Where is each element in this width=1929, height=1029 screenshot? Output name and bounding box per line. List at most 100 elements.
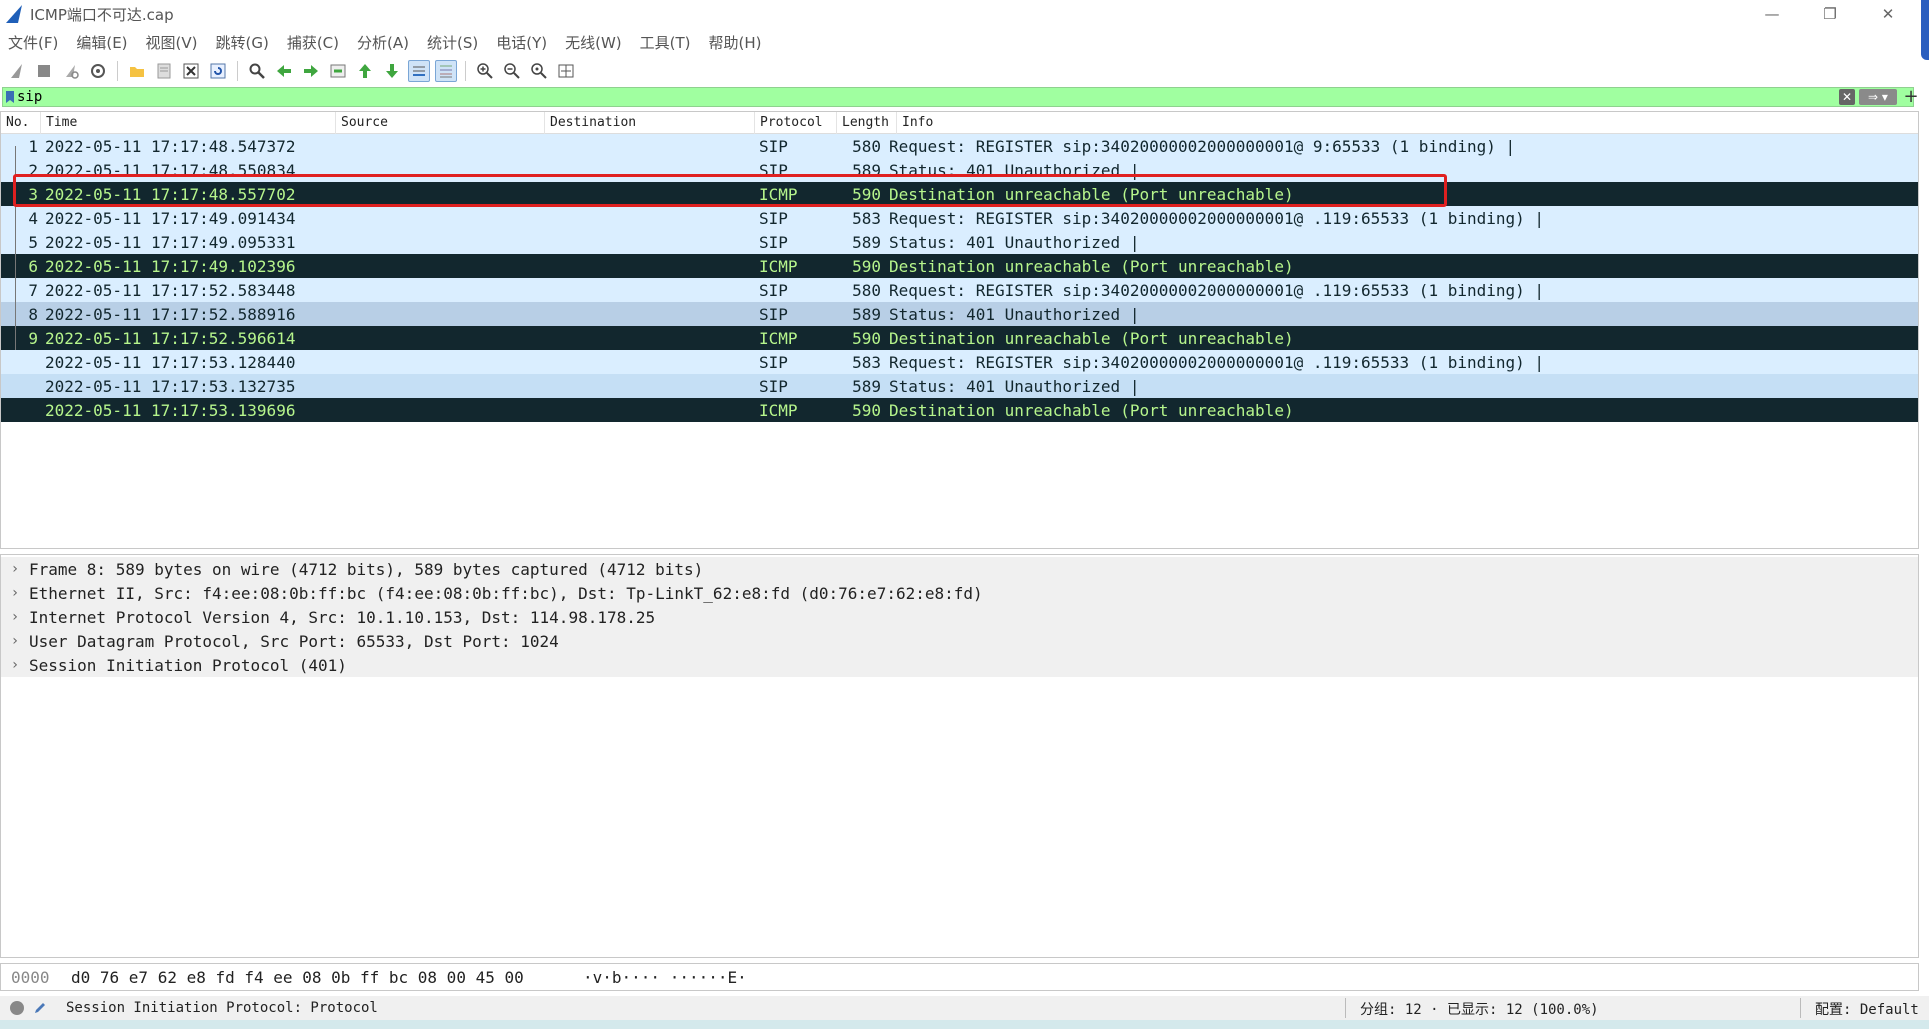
open-file-icon[interactable] [126, 60, 148, 82]
column-header-protocol[interactable]: Protocol [755, 111, 837, 134]
expert-info-icon[interactable] [10, 1001, 24, 1015]
zoom-reset-icon[interactable] [528, 60, 550, 82]
capture-options-icon[interactable] [87, 60, 109, 82]
packet-protocol: SIP [759, 208, 788, 228]
column-header-length[interactable]: Length [837, 111, 897, 134]
packet-info: Destination unreachable (Port unreachabl… [889, 184, 1294, 204]
stop-capture-icon[interactable] [33, 60, 55, 82]
packet-length: 589 [852, 304, 881, 324]
bytes-ascii[interactable]: ·v·b···· ······E· [583, 968, 747, 987]
capture-comment-icon[interactable] [32, 1000, 48, 1016]
save-file-icon[interactable] [153, 60, 175, 82]
close-button[interactable]: ✕ [1859, 0, 1917, 28]
menu-tools[interactable]: 工具(T) [640, 32, 691, 53]
menu-help[interactable]: 帮助(H) [709, 32, 762, 53]
menu-file[interactable]: 文件(F) [8, 32, 58, 53]
go-last-packet-icon[interactable] [381, 60, 403, 82]
packet-length: 590 [852, 328, 881, 348]
packet-protocol: ICMP [759, 256, 798, 276]
packet-bytes-pane: 0000 d0 76 e7 62 e8 fd f4 ee 08 0b ff bc… [0, 963, 1919, 991]
bottom-strip [0, 1020, 1929, 1029]
colorize-icon[interactable] [435, 60, 457, 82]
find-packet-icon[interactable] [246, 60, 268, 82]
table-row[interactable]: 2022-05-11 17:17:53.139696 25 ICMP 590 D… [1, 398, 1918, 422]
detail-ipv4[interactable]: › Internet Protocol Version 4, Src: 10.1.… [1, 605, 1918, 629]
table-row[interactable]: 5 2022-05-11 17:17:49.095331 25 SIP 589 … [1, 230, 1918, 254]
detail-frame[interactable]: › Frame 8: 589 bytes on wire (4712 bits),… [1, 557, 1918, 581]
toolbar-separator [117, 61, 118, 81]
table-row[interactable]: 7 2022-05-11 17:17:52.583448 25 SIP 580 … [1, 278, 1918, 302]
table-row[interactable]: 2022-05-11 17:17:53.128440 25 SIP 583 Re… [1, 350, 1918, 374]
go-forward-icon[interactable] [300, 60, 322, 82]
go-first-packet-icon[interactable] [354, 60, 376, 82]
autoscroll-icon[interactable] [408, 60, 430, 82]
expand-arrow-icon[interactable]: › [1, 585, 29, 601]
display-filter-input[interactable] [17, 88, 1817, 106]
table-row[interactable]: 4 2022-05-11 17:17:49.091434 25 SIP 583 … [1, 206, 1918, 230]
column-header-time[interactable]: Time [41, 111, 336, 134]
menu-wireless[interactable]: 无线(W) [565, 32, 622, 53]
column-header-source[interactable]: Source [336, 111, 545, 134]
column-header-no[interactable]: No. [1, 111, 41, 134]
packet-info: Request: REGISTER sip:340200000020000000… [889, 352, 1545, 372]
window-edge-accent [1921, 0, 1929, 60]
go-to-packet-icon[interactable] [327, 60, 349, 82]
apply-filter-button[interactable]: ⇒ ▾ [1859, 89, 1897, 105]
close-file-icon[interactable] [180, 60, 202, 82]
menu-telephony[interactable]: 电话(Y) [496, 32, 547, 53]
zoom-in-icon[interactable] [474, 60, 496, 82]
expand-arrow-icon[interactable]: › [1, 609, 29, 625]
detail-text: Session Initiation Protocol (401) [29, 655, 347, 675]
clear-filter-button[interactable]: ✕ [1839, 89, 1855, 105]
expand-arrow-icon[interactable]: › [1, 561, 29, 577]
column-header-info[interactable]: Info [897, 112, 1918, 134]
menu-statistics[interactable]: 统计(S) [427, 32, 478, 53]
menu-go[interactable]: 跳转(G) [216, 32, 269, 53]
menu-analyze[interactable]: 分析(A) [357, 32, 409, 53]
start-capture-icon[interactable] [6, 60, 28, 82]
table-row[interactable]: 2 2022-05-11 17:17:48.550834 SIP 589 Sta… [1, 158, 1918, 182]
packet-length: 580 [852, 136, 881, 156]
packet-info: Destination unreachable (Port unreachabl… [889, 328, 1294, 348]
add-filter-button[interactable]: + [1901, 86, 1921, 107]
status-field-text: Session Initiation Protocol: Protocol [66, 1000, 378, 1016]
menu-view[interactable]: 视图(V) [146, 32, 198, 53]
table-row[interactable]: 2022-05-11 17:17:53.132735 25 SIP 589 St… [1, 374, 1918, 398]
restart-capture-icon[interactable] [60, 60, 82, 82]
zoom-out-icon[interactable] [501, 60, 523, 82]
go-back-icon[interactable] [273, 60, 295, 82]
bytes-hex[interactable]: d0 76 e7 62 e8 fd f4 ee 08 0b ff bc 08 0… [71, 968, 583, 987]
packet-details-pane: › Frame 8: 589 bytes on wire (4712 bits),… [0, 554, 1919, 958]
status-separator [1345, 998, 1346, 1018]
table-row[interactable]: 8 2022-05-11 17:17:52.588916 25 SIP 589 … [1, 302, 1918, 326]
table-row[interactable]: 9 2022-05-11 17:17:52.596614 25 ICMP 590… [1, 326, 1918, 350]
display-filter-bar: ✕ ⇒ ▾ [2, 87, 1914, 107]
menu-edit[interactable]: 编辑(E) [76, 32, 127, 53]
resize-columns-icon[interactable] [555, 60, 577, 82]
reload-file-icon[interactable] [207, 60, 229, 82]
detail-ethernet[interactable]: › Ethernet II, Src: f4:ee:08:0b:ff:bc (f4… [1, 581, 1918, 605]
detail-text: Internet Protocol Version 4, Src: 10.1.1… [29, 607, 656, 627]
packet-time: 2022-05-11 17:17:49.095331 [45, 232, 296, 252]
status-profile[interactable]: 配置: Default [1815, 999, 1919, 1019]
detail-udp[interactable]: › User Datagram Protocol, Src Port: 65533… [1, 629, 1918, 653]
expand-arrow-icon[interactable]: › [1, 657, 29, 673]
packet-time: 2022-05-11 17:17:49.102396 [45, 256, 296, 276]
expand-arrow-icon[interactable]: › [1, 633, 29, 649]
packet-time: 2022-05-11 17:17:48.550834 [45, 160, 296, 180]
restore-button[interactable]: ❐ [1801, 0, 1859, 28]
packet-protocol: ICMP [759, 328, 798, 348]
column-header-destination[interactable]: Destination [545, 111, 755, 134]
table-row[interactable]: 1 2022-05-11 17:17:48.547372 5 SIP 580 R… [1, 134, 1918, 158]
table-row[interactable]: 6 2022-05-11 17:17:49.102396 ICMP 590 De… [1, 254, 1918, 278]
packet-length: 589 [852, 232, 881, 252]
menu-capture[interactable]: 捕获(C) [287, 32, 339, 53]
minimize-button[interactable]: — [1743, 0, 1801, 28]
packet-number: 8 [28, 304, 38, 324]
packet-length: 589 [852, 160, 881, 180]
packet-info: Request: REGISTER sip:340200000020000000… [889, 136, 1516, 156]
table-row[interactable]: 3 2022-05-11 17:17:48.557702 25 ICMP 590… [1, 182, 1918, 206]
detail-sip[interactable]: › Session Initiation Protocol (401) [1, 653, 1918, 677]
filter-bookmark-icon[interactable] [3, 88, 17, 106]
packet-list-pane: No. Time Source Destination Protocol Len… [0, 111, 1919, 658]
